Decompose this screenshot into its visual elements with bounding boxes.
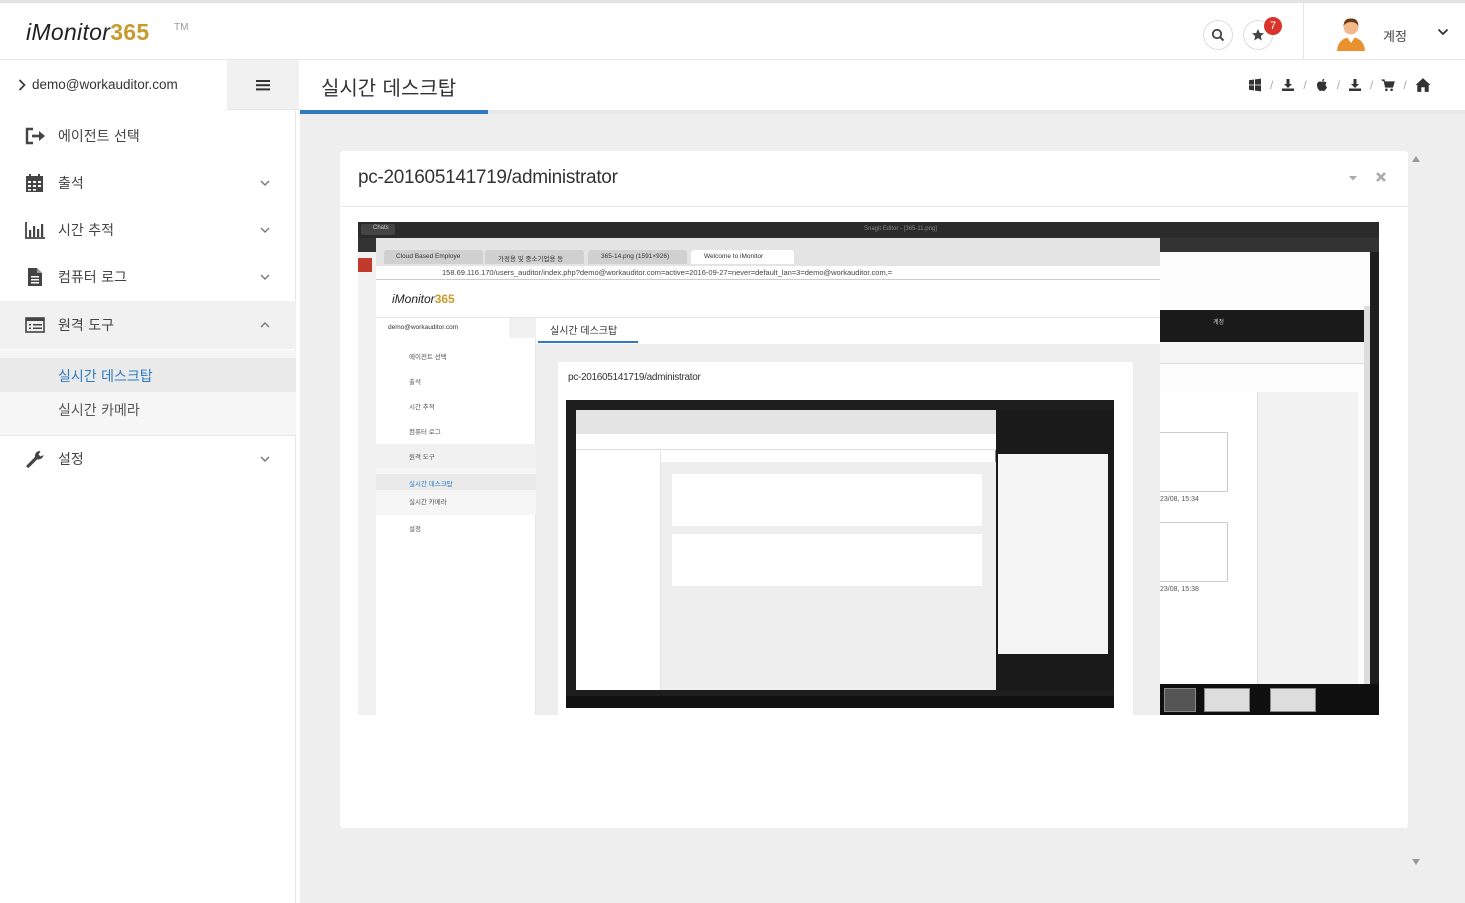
home-icon[interactable] [1415,77,1431,93]
scroll-up-arrow[interactable] [1411,155,1421,163]
chevron-down-icon[interactable] [1436,25,1450,39]
logo[interactable]: iMonitor365 [26,19,149,46]
remote-tools-submenu: 실시간 데스크탑 실시간 카메라 [0,350,296,436]
divider [1303,3,1304,60]
inner-logo: iMonitor365 [392,292,455,306]
search-icon [1211,28,1225,42]
sidebar-item-label: 시간 추적 [58,223,114,239]
submenu-item-live-desktop[interactable]: 실시간 데스크탑 [0,358,296,392]
chats-label: Chats [373,225,389,231]
left-app-strip [358,252,376,715]
inner-nav-item: 에이전트 선택 [409,354,447,361]
cart-icon[interactable] [1381,78,1396,92]
browser-tab: Cloud Based Employe [396,253,461,260]
inner-account: 계정 [1213,320,1225,326]
thumb-time: 23/08, 15:38 [1160,586,1199,593]
chevron-up-icon [260,322,270,328]
filmstrip-thumb [1204,688,1250,712]
account-label[interactable]: 계정 [1383,26,1407,45]
sidebar-item-computer-log[interactable]: 컴퓨터 로그 [0,254,296,300]
inner-nav-item: 실시간 카메라 [409,499,447,506]
sidebar-item-label: 컴퓨터 로그 [58,270,127,286]
chevron-down-icon [260,227,270,233]
collapse-icon[interactable] [1346,171,1360,185]
file-icon [28,268,42,286]
hamburger-icon [256,79,270,90]
sidebar-item-agent-select[interactable]: 에이전트 선택 [0,113,296,159]
calendar-icon [26,174,43,192]
live-desktop-screenshot[interactable]: Snagit Editor - [365-11.png] Chats 23/08… [358,222,1379,715]
scroll-down-arrow[interactable] [1411,858,1421,866]
user-email: demo@workauditor.com [32,77,178,92]
avatar[interactable] [1335,16,1367,52]
download-icon[interactable] [1281,78,1295,92]
background-thumb [1158,432,1228,492]
inner-nav-item: 출석 [409,379,421,386]
browser-tab: Welcome to iMonitor [704,253,764,260]
background-window-toolbar [1158,342,1370,364]
browser-tab: 365-14.png (1591×926) [601,253,670,260]
nested-taskbar [566,696,1114,708]
bar-chart-icon [25,222,45,239]
browser-url: 158.69.116.170/users_auditor/index.php?d… [442,268,893,277]
windows-icon[interactable] [1248,78,1262,92]
sidebar-item-attendance[interactable]: 출석 [0,160,296,206]
sidebar-item-label: 설정 [58,452,84,468]
sidebar-item-settings[interactable]: 설정 [0,436,296,482]
inner-nav-item: 컴퓨터 로그 [409,429,441,436]
browser-tab: 가정용 및 중소기업용 동 [498,256,564,263]
panel-title: pc-201605141719/administrator [358,167,618,188]
sidebar-item-remote-tools[interactable]: 원격 도구 [0,301,296,349]
os-download-links: / / / / / [1248,76,1431,94]
menu-toggle-button[interactable] [227,60,299,110]
apple-icon[interactable] [1315,78,1329,92]
sign-out-icon [25,127,45,145]
sidebar: demo@workauditor.com 에이전트 선택 출석 시간 추적 컴퓨… [0,60,299,903]
star-icon [1252,29,1264,41]
thumb-time: 23/08, 15:34 [1160,496,1199,503]
filmstrip-thumb [1164,688,1196,712]
inner-nav-item: 설정 [409,526,421,533]
wrench-icon [26,451,44,468]
background-scrollbar [1364,306,1370,684]
download-icon[interactable] [1348,78,1362,92]
inner-nav-item: 원격 도구 [409,454,435,461]
inner-nav-item: 실시간 데스크탑 [409,481,453,488]
close-icon[interactable] [1373,169,1389,185]
list-icon [25,317,45,333]
filmstrip-thumb [1270,688,1316,712]
chevron-right-icon [18,79,26,91]
top-bar: iMonitor365 TM 7 계정 [0,0,1465,60]
notification-badge: 7 [1264,17,1282,35]
submenu-item-label: 실시간 카메라 [58,403,140,419]
zoho-icon [358,258,372,272]
sidebar-item-time-tracking[interactable]: 시간 추적 [0,207,296,253]
inner-panel-title: pc-201605141719/administrator [568,372,701,383]
submenu-item-live-camera[interactable]: 실시간 카메라 [0,392,296,426]
inner-email: demo@workauditor.com [388,324,459,331]
divider [340,206,1408,207]
search-button[interactable] [1203,20,1233,50]
logo-trademark: TM [174,22,189,33]
sidebar-item-label: 원격 도구 [58,318,114,334]
submenu-item-label: 실시간 데스크탑 [58,369,153,385]
chevron-down-icon [260,274,270,280]
app-title: Snagit Editor - [365-11.png] [864,226,937,232]
page-title: 실시간 데스크탑 [321,76,457,100]
sidebar-item-label: 출석 [58,176,84,192]
inner-topbar [376,280,1160,318]
chevron-down-icon [260,180,270,186]
user-row[interactable]: demo@workauditor.com [0,60,227,110]
chevron-down-icon [260,456,270,462]
inner-page-title: 실시간 데스크탑 [550,326,618,337]
inner-nav-item: 시간 추적 [409,404,435,411]
background-thumb [1158,522,1228,582]
inner-sidebar [376,318,536,715]
sidebar-item-label: 에이전트 선택 [58,129,140,145]
